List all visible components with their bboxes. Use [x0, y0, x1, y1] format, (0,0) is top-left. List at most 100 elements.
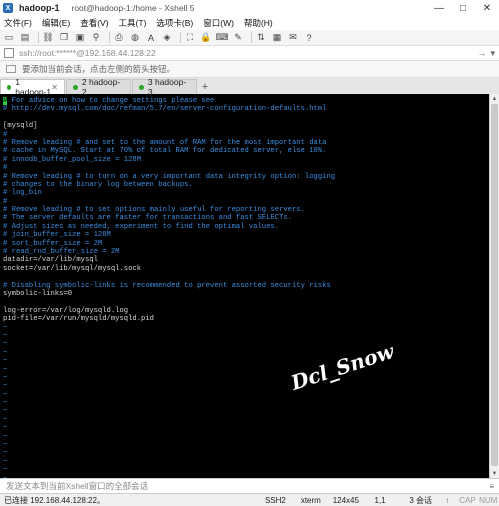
empty-line-marker: ~: [3, 415, 8, 424]
empty-line-marker: ~: [3, 466, 8, 475]
empty-line-marker: ~: [3, 323, 8, 332]
terminal-scrollbar[interactable]: ▲ ▼: [489, 94, 499, 478]
toolbar-divider: [38, 32, 39, 43]
globe-icon[interactable]: ◍: [129, 32, 141, 44]
terminal-output[interactable]: # For advice on how to change settings p…: [0, 94, 489, 478]
add-tab-button[interactable]: +: [198, 79, 212, 94]
layout-icon[interactable]: ▦: [271, 32, 283, 44]
paste-icon[interactable]: ▣: [74, 32, 86, 44]
open-folder-icon[interactable]: ▤: [19, 32, 31, 44]
terminal-line: # Remove leading # to set options mainly…: [3, 206, 305, 215]
terminal-line: pid-file=/var/run/mysqld/mysqld.pid: [3, 315, 154, 324]
status-cursor-position: 1,1: [374, 495, 386, 505]
scrollbar-thumb[interactable]: [491, 104, 498, 466]
empty-line-marker: ~: [3, 331, 8, 340]
close-icon[interactable]: ✕: [51, 83, 58, 92]
arrow-right-icon[interactable]: →: [477, 48, 486, 59]
menu-edit[interactable]: 编辑(E): [42, 17, 70, 29]
terminal-line: socket=/var/lib/mysql/mysql.sock: [3, 264, 142, 273]
terminal-line: # http://dev.mysql.com/doc/refman/5.7/en…: [3, 105, 327, 114]
session-hint-text: 要添加当前会话，点击左侧的箭头按钮。: [22, 64, 176, 74]
terminal-line: # The server defaults are faster for tra…: [3, 214, 292, 223]
session-icon[interactable]: [6, 65, 16, 73]
empty-line-marker: ~: [3, 407, 8, 416]
menu-tools[interactable]: 工具(T): [119, 17, 147, 29]
menu-icon[interactable]: ≡: [489, 482, 494, 491]
empty-line-marker: ~: [3, 424, 8, 433]
xftp-icon[interactable]: ⇅: [255, 32, 267, 44]
terminal-line: symbolic-links=0: [3, 289, 73, 298]
status-size: 124x45: [332, 495, 359, 505]
new-session-icon[interactable]: ▭: [3, 32, 15, 44]
scroll-up-icon[interactable]: ▲: [490, 94, 499, 103]
session-tab-bar: 1 hadoop-1 ✕ 2 hadoop-2 3 hadoop-3 +: [0, 77, 499, 97]
terminal-line: datadir=/var/lib/mysql: [3, 256, 98, 265]
compose-icon[interactable]: ✎: [232, 32, 244, 44]
print-icon[interactable]: ⎙: [113, 32, 125, 44]
tab-hadoop-3[interactable]: 3 hadoop-3: [132, 77, 197, 97]
scroll-down-icon[interactable]: ▼: [490, 469, 499, 478]
tab-hadoop-2[interactable]: 2 hadoop-2: [66, 77, 131, 97]
empty-line-marker: ~: [3, 348, 8, 357]
compose-input[interactable]: 发送文本到当前Xshell窗口的全部会话: [6, 480, 148, 492]
help-icon[interactable]: ?: [303, 32, 315, 44]
copy-icon[interactable]: ❐: [58, 32, 70, 44]
maximize-button[interactable]: □: [451, 0, 475, 16]
status-terminal-type: xterm: [300, 495, 321, 505]
window-subtitle: root@hadoop-1:/home - Xshell 5: [71, 3, 195, 13]
toolbar: ▭ ▤ ⛓ ❐ ▣ ⚲ ⎙ ◍ A ◈ ⛶ 🔒 ⌨ ✎ ⇅ ▦ ✉ ?: [0, 30, 499, 46]
session-hint-bar: 要添加当前会话，点击左侧的箭头按钮。: [0, 61, 499, 78]
menu-tab[interactable]: 选项卡(B): [156, 17, 193, 29]
arrow-up-icon: ↑: [445, 495, 450, 505]
terminal-line: #: [3, 197, 8, 206]
chevron-down-icon[interactable]: ▾: [490, 48, 495, 59]
status-cap: CAP: [459, 495, 476, 505]
terminal-line: # sort_buffer_size = 2M: [3, 239, 103, 248]
empty-line-marker: ~: [3, 340, 8, 349]
search-icon[interactable]: ⚲: [90, 32, 102, 44]
empty-line-marker: ~: [3, 390, 8, 399]
status-bar: 已连接 192.168.44.128:22。 SSH2 xterm 124x45…: [0, 493, 499, 506]
lock-icon[interactable]: 🔒: [200, 32, 212, 44]
terminal-line: # Adjust sizes as needed, experiment to …: [3, 222, 280, 231]
font-icon[interactable]: A: [145, 32, 157, 44]
menu-window[interactable]: 窗口(W): [203, 17, 234, 29]
empty-line-marker: ~: [3, 449, 8, 458]
status-sessions: 3 会话: [409, 495, 433, 505]
chat-icon[interactable]: ✉: [287, 32, 299, 44]
empty-line-marker: ~: [3, 365, 8, 374]
toolbar-divider: [109, 32, 110, 43]
connected-status-icon: [139, 84, 144, 90]
terminal-line: # join_buffer_size = 128M: [3, 231, 111, 240]
window-controls: — □ ✕: [427, 0, 499, 16]
close-button[interactable]: ✕: [475, 0, 499, 16]
terminal-line: # read_rnd_buffer_size = 2M: [3, 248, 120, 257]
terminal-line: #: [3, 164, 8, 173]
tab-hadoop-1[interactable]: 1 hadoop-1 ✕: [0, 77, 65, 97]
menu-file[interactable]: 文件(F): [4, 17, 32, 29]
title-bar: X hadoop-1 root@hadoop-1:/home - Xshell …: [0, 0, 499, 16]
terminal-line: # Disabling symbolic-links is recommende…: [3, 281, 331, 290]
color-scheme-icon[interactable]: ◈: [161, 32, 173, 44]
empty-line-marker: ~: [3, 382, 8, 391]
keyboard-icon[interactable]: ⌨: [216, 32, 229, 44]
address-actions: → ▾: [477, 48, 495, 59]
terminal-line: log-error=/var/log/mysqld.log: [3, 306, 129, 315]
address-input[interactable]: ssh://root:******@192.168.44.128:22: [19, 48, 156, 58]
fullscreen-icon[interactable]: ⛶: [184, 32, 196, 44]
terminal-line-text: For advice on how to change settings ple…: [7, 97, 215, 105]
compose-bar[interactable]: 发送文本到当前Xshell窗口的全部会话 ≡: [0, 478, 499, 493]
menu-help[interactable]: 帮助(H): [244, 17, 273, 29]
link-icon[interactable]: ⛓: [42, 32, 54, 44]
empty-line-marker: ~: [3, 357, 8, 366]
empty-line-marker: ~: [3, 432, 8, 441]
connected-status-icon: [73, 84, 78, 90]
terminal-line: # log_bin: [3, 189, 42, 198]
terminal-line: #: [3, 130, 8, 139]
terminal-line: # Remove leading # to turn on a very imp…: [3, 172, 336, 181]
xshell-logo-icon: X: [3, 3, 13, 13]
address-bar: ssh://root:******@192.168.44.128:22 → ▾: [0, 46, 499, 61]
menu-view[interactable]: 查看(V): [80, 17, 108, 29]
minimize-button[interactable]: —: [427, 0, 451, 16]
